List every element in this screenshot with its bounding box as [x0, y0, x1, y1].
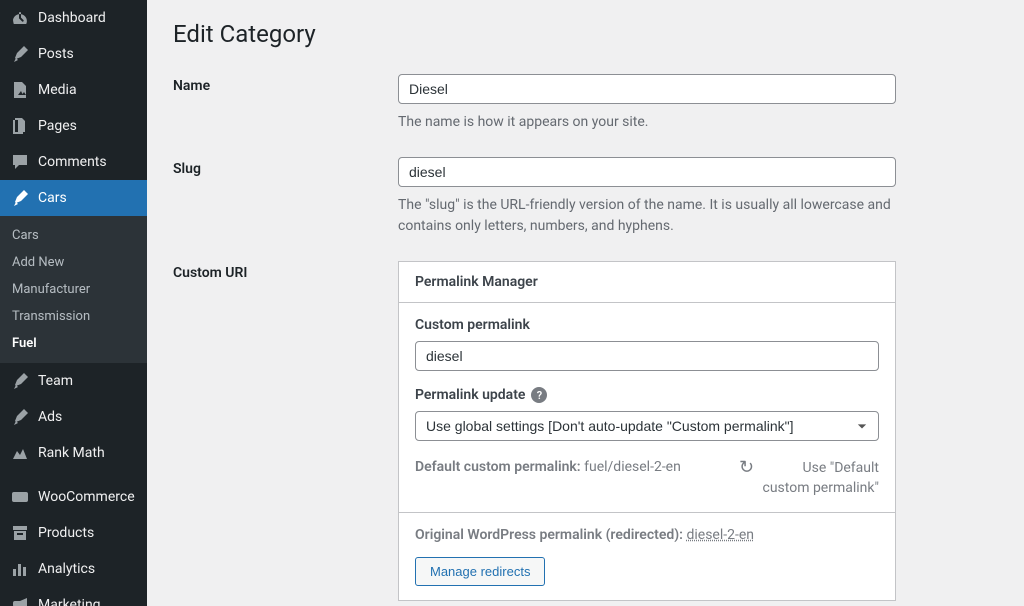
submenu-item-add-new[interactable]: Add New — [0, 249, 147, 276]
slug-description: The "slug" is the URL-friendly version o… — [398, 195, 896, 237]
sidebar-item-team[interactable]: Team — [0, 363, 147, 399]
submenu-item-cars[interactable]: Cars — [0, 222, 147, 249]
comment-icon — [10, 152, 30, 172]
submenu-item-fuel[interactable]: Fuel — [0, 330, 147, 357]
sidebar-item-label: Pages — [38, 118, 77, 134]
permalink-update-select[interactable]: Use global settings [Don't auto-update "… — [415, 411, 879, 441]
original-permalink-link[interactable]: diesel-2-en — [686, 527, 754, 543]
sidebar-item-label: Ads — [38, 409, 62, 425]
name-label: Name — [173, 74, 398, 133]
main-content: Edit Category Name The name is how it ap… — [147, 0, 1024, 606]
sidebar-item-label: WooCommerce — [38, 489, 135, 505]
sidebar-item-label: Marketing — [38, 597, 101, 606]
dashboard-icon — [10, 8, 30, 28]
custom-permalink-section: Custom permalink Permalink update ? Use … — [399, 303, 895, 512]
pages-icon — [10, 116, 30, 136]
default-permalink-value: fuel/diesel-2-en — [584, 459, 681, 475]
sidebar-item-woocommerce[interactable]: WooCommerce — [0, 479, 147, 515]
sidebar-item-label: Media — [38, 82, 77, 98]
original-permalink-label: Original WordPress permalink (redirected… — [415, 527, 683, 543]
sidebar-item-label: Posts — [38, 46, 74, 62]
name-description: The name is how it appears on your site. — [398, 112, 896, 133]
custom-permalink-input[interactable] — [415, 341, 879, 371]
sidebar-item-label: Team — [38, 373, 73, 389]
pushpin-icon — [10, 44, 30, 64]
pushpin-icon — [10, 371, 30, 391]
use-default-label: Use "Default custom permalink" — [758, 459, 879, 498]
custom-uri-label: Custom URI — [173, 261, 398, 601]
use-default-permalink-button[interactable]: ↻ Use "Default custom permalink" — [739, 459, 879, 498]
custom-permalink-label: Custom permalink — [415, 317, 530, 333]
slug-label: Slug — [173, 157, 398, 237]
permalink-box-title: Permalink Manager — [399, 262, 895, 303]
submenu-cars: Cars Add New Manufacturer Transmission F… — [0, 216, 147, 363]
submenu-item-manufacturer[interactable]: Manufacturer — [0, 276, 147, 303]
chart-icon — [10, 443, 30, 463]
sidebar-item-label: Cars — [38, 190, 67, 206]
permalink-update-label: Permalink update — [415, 387, 525, 403]
sidebar-item-dashboard[interactable]: Dashboard — [0, 0, 147, 36]
slug-input[interactable] — [398, 157, 896, 187]
pushpin-icon — [10, 188, 30, 208]
sidebar-item-media[interactable]: Media — [0, 72, 147, 108]
original-permalink-section: Original WordPress permalink (redirected… — [399, 512, 895, 600]
sidebar-item-products[interactable]: Products — [0, 515, 147, 551]
permalink-manager-box: Permalink Manager Custom permalink Perma… — [398, 261, 896, 601]
woo-icon — [10, 487, 30, 507]
submenu-item-transmission[interactable]: Transmission — [0, 303, 147, 330]
redo-icon: ↻ — [739, 459, 754, 477]
sidebar-item-analytics[interactable]: Analytics — [0, 551, 147, 587]
sidebar-item-label: Dashboard — [38, 10, 106, 26]
sidebar-item-rank-math[interactable]: Rank Math — [0, 435, 147, 471]
manage-redirects-button[interactable]: Manage redirects — [415, 557, 545, 586]
sidebar-item-marketing[interactable]: Marketing — [0, 587, 147, 606]
help-icon[interactable]: ? — [531, 387, 547, 403]
pushpin-icon — [10, 407, 30, 427]
sidebar-item-comments[interactable]: Comments — [0, 144, 147, 180]
sidebar-item-pages[interactable]: Pages — [0, 108, 147, 144]
sidebar-item-label: Analytics — [38, 561, 95, 577]
default-permalink-label: Default custom permalink: — [415, 459, 581, 475]
sidebar-item-cars[interactable]: Cars — [0, 180, 147, 216]
page-title: Edit Category — [173, 20, 998, 48]
name-row: Name The name is how it appears on your … — [173, 74, 998, 133]
media-icon — [10, 80, 30, 100]
sidebar-item-label: Comments — [38, 154, 107, 170]
bars-icon — [10, 559, 30, 579]
sidebar-item-label: Products — [38, 525, 94, 541]
slug-row: Slug The "slug" is the URL-friendly vers… — [173, 157, 998, 237]
custom-uri-row: Custom URI Permalink Manager Custom perm… — [173, 261, 998, 601]
name-input[interactable] — [398, 74, 896, 104]
admin-sidebar: Dashboard Posts Media Pages Comments Car… — [0, 0, 147, 606]
megaphone-icon — [10, 595, 30, 606]
sidebar-item-posts[interactable]: Posts — [0, 36, 147, 72]
sidebar-item-label: Rank Math — [38, 445, 105, 461]
sidebar-item-ads[interactable]: Ads — [0, 399, 147, 435]
archive-icon — [10, 523, 30, 543]
